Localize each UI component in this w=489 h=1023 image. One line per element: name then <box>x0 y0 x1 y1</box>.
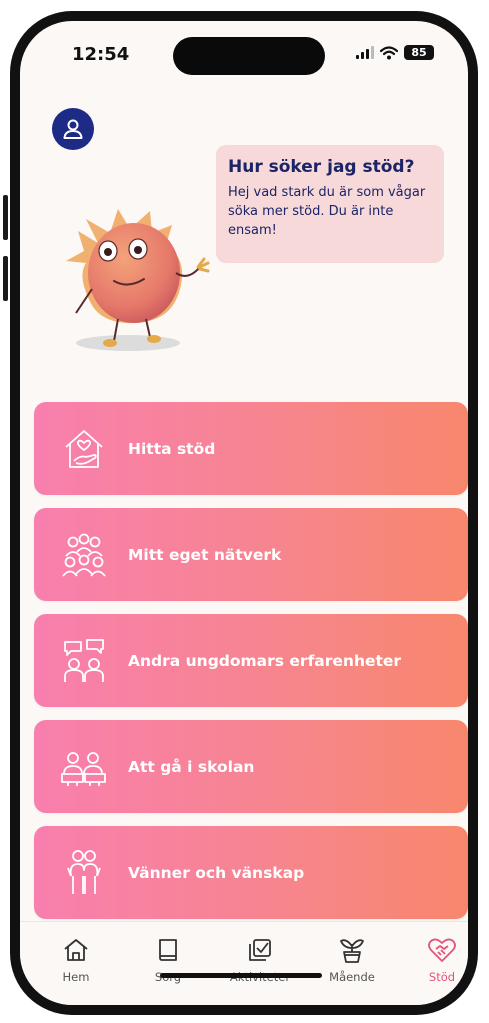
mascot-illustration <box>66 209 210 351</box>
heart-handshake-icon <box>428 938 456 962</box>
tab-stod[interactable]: Stöd <box>406 936 468 984</box>
house-heart-hand-icon <box>56 421 112 477</box>
menu-card-vanner-och-vanskap[interactable]: Vänner och vänskap <box>34 826 468 919</box>
menu-card-label: Att gå i skolan <box>128 757 255 776</box>
menu-card-label: Andra ungdomars erfarenheter <box>128 651 402 670</box>
wifi-icon <box>380 45 398 59</box>
students-at-desk-icon <box>56 739 112 795</box>
status-time: 12:54 <box>72 44 130 65</box>
phone-side-button-2 <box>3 256 8 301</box>
menu-card-label: Vänner och vänskap <box>128 863 305 882</box>
tab-label: Stöd <box>428 970 456 984</box>
menu-card-label: Hitta stöd <box>128 439 216 458</box>
battery-indicator: 85 <box>404 45 434 60</box>
home-icon <box>64 939 88 961</box>
home-indicator[interactable] <box>160 973 322 978</box>
menu-card-label: Mitt eget nätverk <box>128 545 282 564</box>
app-screen: 12:54 85 Hur söker jag stöd? Hej vad sta… <box>20 21 468 1005</box>
tab-maende[interactable]: Mående <box>316 936 388 984</box>
menu-card-mitt-eget-natverk[interactable]: Mitt eget nätverk <box>34 508 468 601</box>
menu-card-att-ga-i-skolan[interactable]: Att gå i skolan <box>34 720 468 813</box>
phone-frame: 12:54 85 Hur söker jag stöd? Hej vad sta… <box>10 11 478 1015</box>
book-icon <box>159 939 177 961</box>
tab-label: Mående <box>329 970 375 984</box>
menu-card-andra-ungdomars-erfarenheter[interactable]: Andra ungdomars erfarenheter <box>34 614 468 707</box>
tab-label: Hem <box>62 970 90 984</box>
bubble-title: Hur söker jag stöd? <box>228 157 415 177</box>
dynamic-island <box>173 37 325 75</box>
friends-icon <box>56 845 112 901</box>
plant-icon <box>340 939 364 963</box>
signal-icon <box>356 46 374 59</box>
menu-card-hitta-stod[interactable]: Hitta stöd <box>34 402 468 495</box>
profile-button[interactable] <box>52 108 94 150</box>
bottom-tab-bar: Hem Sorg Aktiviteter <box>20 921 468 1005</box>
checkbox-icon <box>249 939 271 961</box>
phone-side-button-1 <box>3 195 8 240</box>
people-talking-icon <box>56 633 112 689</box>
speech-bubble: Hur söker jag stöd? Hej vad stark du är … <box>216 145 444 263</box>
group-icon <box>56 527 112 583</box>
bubble-text: Hej vad stark du är som vågar söka mer s… <box>228 185 426 238</box>
user-icon <box>63 119 83 139</box>
status-icons: 85 <box>356 45 434 60</box>
tab-hem[interactable]: Hem <box>40 936 112 984</box>
